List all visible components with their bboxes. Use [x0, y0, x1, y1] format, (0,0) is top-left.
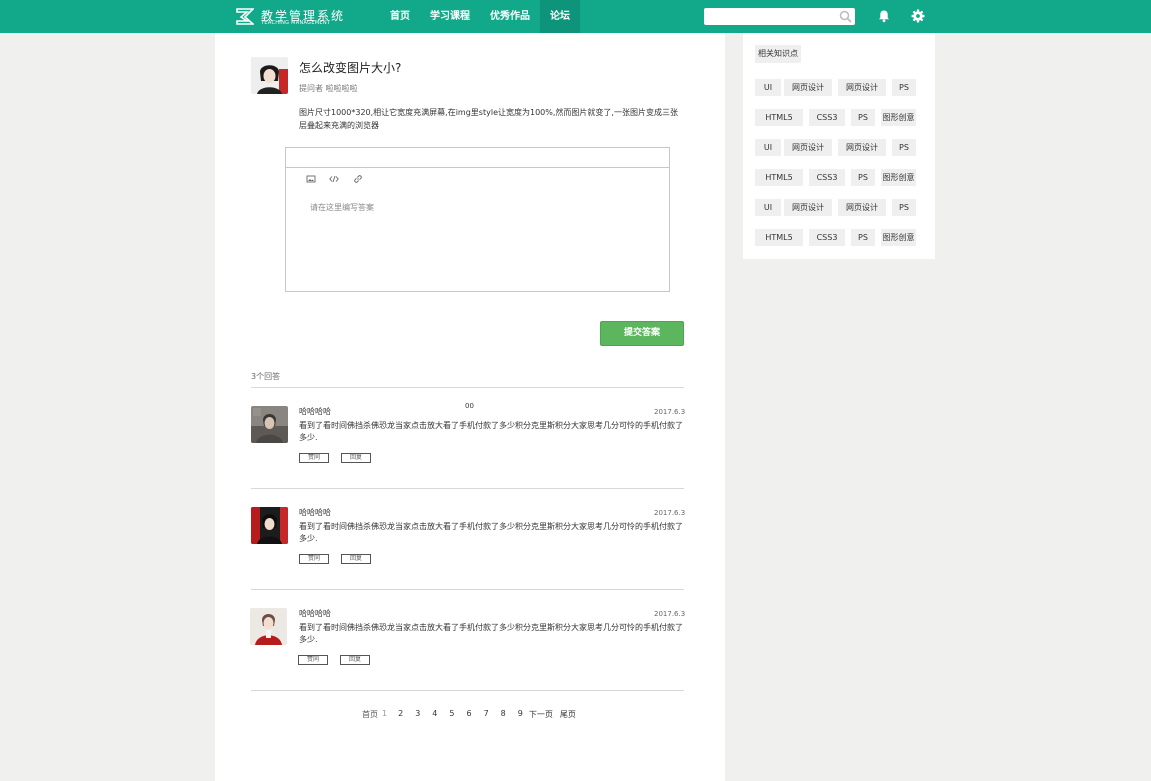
related-topics-title: 相关知识点 [755, 45, 801, 63]
pagination-page[interactable]: 8 [501, 709, 506, 720]
image-icon[interactable] [306, 174, 316, 184]
pagination-page[interactable]: 6 [466, 709, 471, 720]
topic-tag[interactable]: 网页设计 [838, 139, 886, 156]
nav-item-home[interactable]: 首页 [380, 0, 420, 33]
answerer-name[interactable]: 哈哈哈哈 [299, 608, 331, 619]
answer-editor [285, 147, 670, 292]
answerer-avatar[interactable] [251, 507, 288, 544]
top-navbar: 教学管理系统 TEACHING MANAGEMENT 首页 学习课程 优秀作品 … [0, 0, 1151, 33]
code-icon[interactable] [329, 174, 339, 184]
pagination-page[interactable]: 7 [484, 709, 489, 720]
question-title: 怎么改变图片大小? [299, 61, 402, 75]
related-topics-panel: 相关知识点 UI 网页设计 网页设计 PS HTML5 CSS3 PS 图形创意… [743, 33, 935, 259]
like-button[interactable]: 赞同 [299, 453, 329, 463]
answer-item: 哈哈哈哈 2017.6.3 看到了看时间佛挡杀佛恐龙当家点击放大看了手机付款了多… [215, 507, 725, 607]
like-button[interactable]: 赞同 [299, 554, 329, 564]
answer-count: 3个回答 [251, 372, 281, 381]
nav-item-works[interactable]: 优秀作品 [480, 0, 540, 33]
answer-body: 看到了看时间佛挡杀佛恐龙当家点击放大看了手机付款了多少积分克里斯积分大家思考几分… [299, 522, 683, 543]
reply-button[interactable]: 回复 [340, 655, 370, 665]
topic-tag[interactable]: PS [851, 109, 875, 126]
answerer-avatar[interactable] [250, 608, 287, 645]
bell-icon[interactable] [877, 9, 891, 23]
search-input[interactable] [704, 8, 855, 25]
question-body: 图片尺寸1000*320,相让它宽度充满屏幕,在img里style让宽度为100… [299, 108, 678, 130]
topic-tag[interactable]: PS [851, 169, 875, 186]
answer-body: 看到了看时间佛挡杀佛恐龙当家点击放大看了手机付款了多少积分克里斯积分大家思考几分… [299, 623, 683, 644]
topic-tag[interactable]: 图形创意 [881, 109, 916, 126]
pagination-last[interactable]: 尾页 [560, 709, 576, 720]
divider [251, 488, 684, 489]
asker-avatar[interactable] [251, 57, 288, 94]
like-button[interactable]: 赞同 [298, 655, 328, 665]
topic-tag[interactable]: PS [851, 229, 875, 246]
answer-item: 哈哈哈哈 2017.6.3 看到了看时间佛挡杀佛恐龙当家点击放大看了手机付款了多… [215, 406, 725, 506]
search-icon[interactable] [839, 10, 852, 23]
nav-item-forum[interactable]: 论坛 [540, 0, 580, 33]
topic-tag[interactable]: PS [892, 199, 916, 216]
main-nav: 首页 学习课程 优秀作品 论坛 [380, 0, 580, 33]
answer-body: 看到了看时间佛挡杀佛恐龙当家点击放大看了手机付款了多少积分克里斯积分大家思考几分… [299, 421, 683, 442]
topic-tag[interactable]: CSS3 [809, 109, 845, 126]
topic-tag[interactable]: HTML5 [755, 109, 803, 126]
topic-tag[interactable]: CSS3 [809, 229, 845, 246]
answer-date: 2017.6.3 [654, 610, 686, 618]
pagination-page-current[interactable]: 1 [382, 709, 387, 720]
divider [251, 690, 684, 691]
topic-tag[interactable]: UI [755, 199, 781, 216]
pagination-next[interactable]: 下一页 [529, 709, 553, 720]
topic-tag[interactable]: 网页设计 [784, 139, 832, 156]
topic-tag[interactable]: 网页设计 [838, 79, 886, 96]
answerer-name[interactable]: 哈哈哈哈 [299, 507, 331, 518]
topic-tag[interactable]: HTML5 [755, 229, 803, 246]
topic-tag[interactable]: PS [892, 79, 916, 96]
topic-tag[interactable]: HTML5 [755, 169, 803, 186]
answerer-avatar[interactable] [251, 406, 288, 443]
divider [251, 387, 684, 388]
topic-tag[interactable]: PS [892, 139, 916, 156]
reply-button[interactable]: 回复 [341, 554, 371, 564]
main-content: 怎么改变图片大小? 提问者 啦啦啦啦 图片尺寸1000*320,相让它宽度充满屏… [215, 33, 725, 781]
pagination-page[interactable]: 2 [398, 709, 403, 720]
pagination-page[interactable]: 9 [518, 709, 523, 720]
editor-toolbar [286, 168, 669, 191]
divider [251, 589, 684, 590]
topic-tag[interactable]: 网页设计 [784, 79, 832, 96]
answer-item: 哈哈哈哈 2017.6.3 看到了看时间佛挡杀佛恐龙当家点击放大看了手机付款了多… [215, 608, 725, 708]
topic-tag[interactable]: 网页设计 [838, 199, 886, 216]
nav-item-courses[interactable]: 学习课程 [420, 0, 480, 33]
logo-icon [236, 8, 254, 25]
topic-tag[interactable]: UI [755, 79, 781, 96]
pagination-page[interactable]: 4 [432, 709, 437, 720]
submit-answer-button[interactable]: 提交答案 [600, 321, 684, 346]
topic-tag[interactable]: 网页设计 [784, 199, 832, 216]
pagination-page[interactable]: 3 [415, 709, 420, 720]
topic-tag[interactable]: 图形创意 [881, 169, 916, 186]
pagination-page[interactable]: 5 [449, 709, 454, 720]
pagination-first[interactable]: 首页 [362, 709, 378, 720]
answer-date: 2017.6.3 [654, 408, 686, 416]
question-meta: 提问者 啦啦啦啦 [299, 84, 358, 93]
reply-button[interactable]: 回复 [341, 453, 371, 463]
logo-subtitle: TEACHING MANAGEMENT [261, 20, 331, 26]
answer-date: 2017.6.3 [654, 509, 686, 517]
topic-tag[interactable]: 图形创意 [881, 229, 916, 246]
topic-tag[interactable]: CSS3 [809, 169, 845, 186]
editor-header [286, 148, 669, 168]
answerer-name[interactable]: 哈哈哈哈 [299, 406, 331, 417]
pagination: 首页 1 2 3 4 5 6 7 8 9 下一页 尾页 [362, 709, 576, 720]
answer-textarea[interactable] [286, 190, 669, 290]
topic-tag[interactable]: UI [755, 139, 781, 156]
link-icon[interactable] [353, 174, 363, 184]
gear-icon[interactable] [911, 9, 925, 23]
